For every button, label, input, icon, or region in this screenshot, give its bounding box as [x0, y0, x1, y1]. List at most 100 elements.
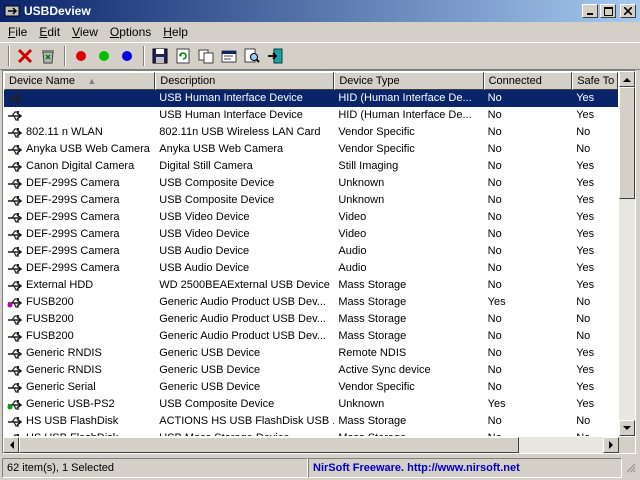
table-row[interactable]: DEF-299S Camera USB Audio Device Audio No Ye… [4, 260, 618, 277]
menu-view[interactable]: View [66, 25, 104, 39]
scroll-up-icon [623, 77, 631, 82]
cell-device-name: HS USB FlashDisk [4, 413, 155, 430]
minimize-button[interactable] [582, 4, 598, 18]
table-row[interactable]: Anyka USB Web Camera Anyka USB Web Camera… [4, 141, 618, 158]
maximize-button[interactable] [600, 4, 616, 18]
usb-icon [8, 263, 23, 274]
table-row[interactable]: DEF-299S Camera USB Video Device Video No Ye… [4, 209, 618, 226]
status-bar: 62 item(s), 1 Selected NirSoft Freeware.… [0, 456, 640, 480]
scroll-up-button[interactable] [619, 71, 635, 87]
cell-description: USB Video Device [159, 228, 250, 240]
cell-device-name: FUSB200 [4, 294, 155, 311]
cell-description: Generic Audio Product USB Dev... [159, 330, 326, 342]
menu-options[interactable]: Options [104, 25, 157, 39]
minimize-icon [587, 13, 593, 15]
cell-device-type: Mass Storage [338, 279, 407, 291]
resize-grip[interactable] [622, 458, 636, 478]
cell-device-name: HS USB FlashDisk [4, 430, 155, 436]
blue-dot-button[interactable] [116, 45, 138, 67]
cell-safe-to-unplug: Yes [572, 90, 618, 107]
table-row[interactable]: USB Human Interface Device HID (Human Int… [4, 107, 618, 124]
scroll-down-button[interactable] [619, 420, 635, 436]
cell-device-type: Mass Storage [334, 430, 483, 436]
scroll-left-button[interactable] [3, 437, 19, 453]
table-row[interactable]: FUSB200 Generic Audio Product USB Dev... M… [4, 294, 618, 311]
device-name-text: DEF-299S Camera [26, 211, 120, 223]
uninstall-button[interactable] [37, 45, 59, 67]
cell-device-name: DEF-299S Camera [4, 192, 155, 209]
green-dot-button[interactable] [93, 45, 115, 67]
table-row[interactable]: Generic RNDIS Generic USB Device Active Sy… [4, 362, 618, 379]
menu-file[interactable]: File [2, 25, 33, 39]
resize-grip-icon [626, 463, 636, 473]
toolbar-separator [143, 46, 145, 66]
vertical-scrollbar[interactable] [619, 71, 635, 436]
menu-edit[interactable]: Edit [33, 25, 66, 39]
scroll-left-icon [9, 441, 14, 449]
nirsoft-link[interactable]: NirSoft Freeware. http://www.nirsoft.net [308, 458, 622, 478]
column-header-device-type[interactable]: Device Type [334, 72, 484, 90]
save-button[interactable] [149, 45, 171, 67]
device-name-text: HS USB FlashDisk [26, 430, 118, 436]
cell-safe-to-unplug: Yes [576, 177, 595, 189]
horizontal-scrollbar[interactable] [3, 437, 619, 453]
table-row[interactable]: Generic USB-PS2 USB Composite Device Unkno… [4, 396, 618, 413]
close-button[interactable] [620, 4, 636, 18]
table-row[interactable]: Canon Digital Camera Digital Still Camera… [4, 158, 618, 175]
close-icon [624, 7, 632, 15]
red-dot-button[interactable] [70, 45, 92, 67]
table-row[interactable]: DEF-299S Camera USB Composite Device Unkno… [4, 175, 618, 192]
disconnect-button[interactable] [14, 45, 36, 67]
table-row[interactable]: Generic Serial Generic USB Device Vendor S… [4, 379, 618, 396]
menu-help[interactable]: Help [157, 25, 194, 39]
table-row[interactable]: FUSB200 Generic Audio Product USB Dev... M… [4, 311, 618, 328]
cell-device-type: Still Imaging [338, 160, 399, 172]
cell-device-name: Anyka USB Web Camera [4, 141, 155, 158]
device-name-text: DEF-299S Camera [26, 262, 120, 274]
cell-device-name: FUSB200 [4, 311, 155, 328]
find-button[interactable] [241, 45, 263, 67]
cell-description: Generic Audio Product USB Dev... [159, 296, 326, 308]
table-row[interactable]: USB Human Interface Device HID (Human Int… [4, 90, 618, 107]
horizontal-scroll-thumb[interactable] [19, 437, 519, 453]
column-header-safe-to-unplug[interactable]: Safe To [572, 72, 618, 90]
cell-device-type: Audio [338, 262, 367, 274]
table-row[interactable]: DEF-299S Camera USB Video Device Video No Ye… [4, 226, 618, 243]
scroll-right-button[interactable] [603, 437, 619, 453]
scroll-down-icon [623, 425, 631, 430]
refresh-button[interactable] [172, 45, 194, 67]
table-row[interactable]: DEF-299S Camera USB Audio Device Audio No Ye… [4, 243, 618, 260]
cell-description: WD 2500BEAExternal USB Device [159, 279, 330, 291]
usb-icon [8, 229, 23, 240]
table-row[interactable]: HS USB FlashDisk ACTIONS HS USB FlashDisk… [4, 413, 618, 430]
cell-safe-to-unplug: No [576, 143, 591, 155]
column-header-device-name[interactable]: Device Name ▲ [4, 72, 156, 90]
usb-icon [8, 382, 23, 393]
properties-button[interactable] [218, 45, 240, 67]
table-row[interactable]: External HDD WD 2500BEAExternal USB Devic… [4, 277, 618, 294]
refresh-icon [176, 48, 190, 64]
table-row[interactable]: DEF-299S Camera USB Composite Device Unkno… [4, 192, 618, 209]
vertical-scroll-thumb[interactable] [619, 87, 635, 199]
column-header-connected[interactable]: Connected [483, 72, 573, 90]
usb-icon [8, 127, 23, 138]
table-row[interactable]: HS USB FlashDisk USB Mass Storage DeviceM… [4, 430, 618, 436]
cell-connected: No [487, 381, 502, 393]
cell-safe-to-unplug: Yes [576, 262, 595, 274]
device-name-text: Generic RNDIS [26, 364, 102, 376]
table-row[interactable]: 802.11 n WLAN 802.11n USB Wireless LAN Ca… [4, 124, 618, 141]
cell-safe-to-unplug: Yes [576, 228, 595, 240]
device-list[interactable]: Device Name ▲ Description Device Type Con… [2, 70, 636, 454]
save-icon [152, 48, 168, 64]
cell-device-name: Generic Serial [4, 379, 155, 396]
column-header-description[interactable]: Description [155, 72, 335, 90]
cell-connected: No [487, 262, 502, 274]
table-row[interactable]: Generic RNDIS Generic USB Device Remote ND… [4, 345, 618, 362]
copy-button[interactable] [195, 45, 217, 67]
usb-icon [13, 433, 19, 436]
cell-connected: No [487, 211, 502, 223]
table-row[interactable]: FUSB200 Generic Audio Product USB Dev... M… [4, 328, 618, 345]
cell-description: Generic Audio Product USB Dev... [159, 313, 326, 325]
cell-device-type: HID (Human Interface De... [334, 90, 484, 107]
exit-button[interactable] [264, 45, 286, 67]
